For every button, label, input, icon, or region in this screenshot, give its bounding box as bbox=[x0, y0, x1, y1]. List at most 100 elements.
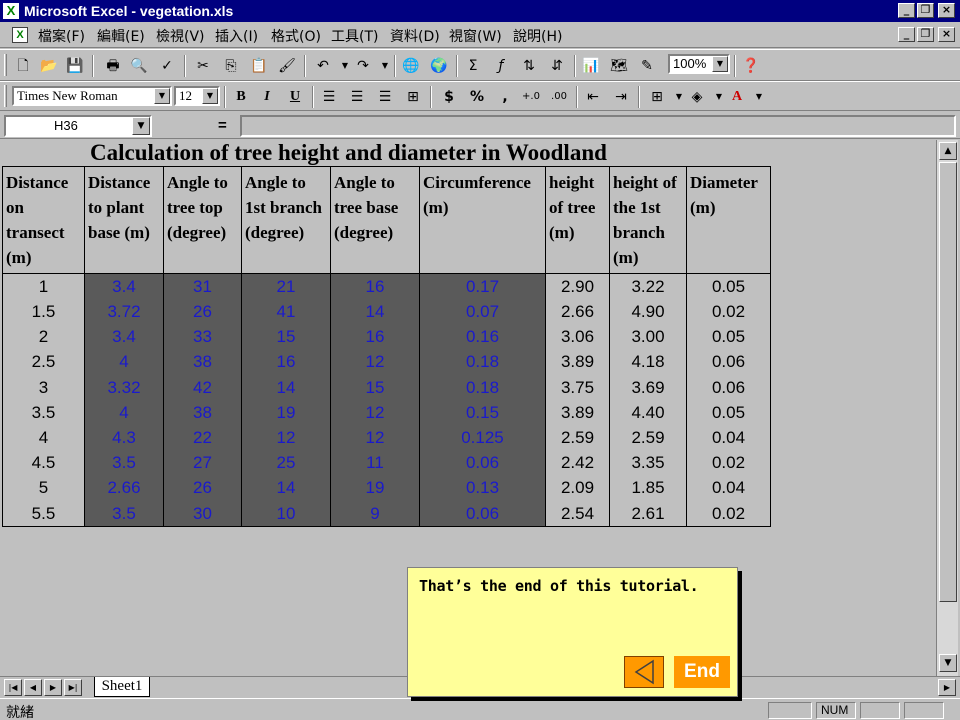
menu-view[interactable]: 檢視(V) bbox=[156, 26, 205, 46]
zoom-select[interactable]: 100% ▼ bbox=[668, 54, 730, 74]
table-cell[interactable]: 3.75 bbox=[545, 374, 610, 400]
table-cell[interactable]: 2.59 bbox=[545, 424, 610, 451]
column-header[interactable]: Distance on transect (m) bbox=[2, 166, 85, 274]
table-cell[interactable]: 0.06 bbox=[686, 374, 771, 400]
column-header[interactable]: Distance to plant base (m) bbox=[84, 166, 164, 274]
table-cell[interactable]: 0.18 bbox=[419, 349, 546, 375]
table-cell[interactable]: 16 bbox=[330, 324, 420, 350]
menu-edit[interactable]: 編輯(E) bbox=[97, 26, 145, 46]
menu-data[interactable]: 資料(D) bbox=[390, 26, 440, 46]
tab-sheet1[interactable]: Sheet1 bbox=[94, 677, 150, 697]
previous-button[interactable] bbox=[624, 656, 664, 688]
align-center-icon[interactable]: ☰ bbox=[346, 86, 368, 108]
restore-button[interactable]: ❐ bbox=[917, 3, 934, 18]
menu-help[interactable]: 說明(H) bbox=[513, 26, 562, 46]
table-cell[interactable]: 15 bbox=[330, 374, 420, 400]
hyperlink-icon[interactable]: 🌐 bbox=[400, 55, 422, 77]
chevron-down-icon[interactable]: ▼ bbox=[132, 117, 150, 135]
table-cell[interactable]: 3.06 bbox=[545, 324, 610, 350]
table-cell[interactable]: 4.90 bbox=[609, 299, 687, 325]
table-cell[interactable]: 0.05 bbox=[686, 324, 771, 350]
menu-insert[interactable]: 插入(I) bbox=[215, 26, 258, 46]
sort-descending-icon[interactable]: ⇵ bbox=[546, 55, 568, 77]
table-cell[interactable]: 5.5 bbox=[2, 500, 85, 527]
table-cell[interactable]: 2.59 bbox=[609, 424, 687, 451]
decrease-decimal-icon[interactable]: .00 bbox=[548, 86, 570, 108]
web-toolbar-icon[interactable]: 🌍 bbox=[428, 55, 450, 77]
table-cell[interactable]: 38 bbox=[163, 349, 242, 375]
table-cell[interactable]: 3.4 bbox=[84, 273, 164, 299]
table-cell[interactable]: 4 bbox=[2, 424, 85, 451]
table-cell[interactable]: 4.40 bbox=[609, 399, 687, 425]
column-header[interactable]: Angle to 1st branch (degree) bbox=[241, 166, 331, 274]
menu-tools[interactable]: 工具(T) bbox=[331, 26, 378, 46]
chevron-down-icon[interactable]: ▼ bbox=[154, 88, 170, 104]
table-cell[interactable]: 0.17 bbox=[419, 273, 546, 299]
new-icon[interactable]: 🗋 bbox=[12, 55, 34, 77]
table-cell[interactable]: 2.90 bbox=[545, 273, 610, 299]
table-cell[interactable]: 26 bbox=[163, 299, 242, 325]
table-cell[interactable]: 0.06 bbox=[686, 349, 771, 375]
table-cell[interactable]: 3.5 bbox=[84, 500, 164, 527]
undo-icon[interactable]: ↶ bbox=[312, 55, 334, 77]
table-cell[interactable]: 0.18 bbox=[419, 374, 546, 400]
table-cell[interactable]: 31 bbox=[163, 273, 242, 299]
table-cell[interactable]: 0.02 bbox=[686, 500, 771, 527]
table-cell[interactable]: 14 bbox=[330, 299, 420, 325]
table-cell[interactable]: 0.15 bbox=[419, 399, 546, 425]
table-cell[interactable]: 14 bbox=[241, 374, 331, 400]
table-cell[interactable]: 3.32 bbox=[84, 374, 164, 400]
scroll-down-icon[interactable]: ▼ bbox=[939, 654, 957, 672]
spelling-icon[interactable]: ✓ bbox=[156, 55, 178, 77]
table-cell[interactable]: 19 bbox=[330, 475, 420, 501]
table-cell[interactable]: 2.66 bbox=[84, 475, 164, 501]
table-cell[interactable]: 3.89 bbox=[545, 349, 610, 375]
table-cell[interactable]: 9 bbox=[330, 500, 420, 527]
hscroll-right-icon[interactable]: ▶ bbox=[938, 679, 956, 696]
minimize-button[interactable]: _ bbox=[898, 3, 915, 18]
toolbar-grip[interactable] bbox=[4, 85, 7, 107]
function-icon[interactable]: ƒ bbox=[490, 55, 512, 77]
table-cell[interactable]: 0.125 bbox=[419, 424, 546, 451]
table-cell[interactable]: 30 bbox=[163, 500, 242, 527]
font-size-select[interactable]: 12 ▼ bbox=[174, 86, 220, 106]
column-header[interactable]: Circumference (m) bbox=[419, 166, 546, 274]
table-cell[interactable]: 2.5 bbox=[2, 349, 85, 375]
doc-minimize-button[interactable]: _ bbox=[898, 27, 915, 42]
scroll-thumb[interactable] bbox=[939, 162, 957, 602]
chart-wizard-icon[interactable]: 📊 bbox=[580, 55, 602, 77]
open-icon[interactable]: 📂 bbox=[38, 55, 60, 77]
borders-icon[interactable]: ⊞ bbox=[646, 86, 668, 108]
font-color-icon[interactable]: A bbox=[726, 86, 748, 108]
formula-input[interactable] bbox=[240, 115, 956, 137]
table-cell[interactable]: 12 bbox=[330, 399, 420, 425]
next-sheet-icon[interactable]: ▶ bbox=[44, 679, 62, 696]
redo-dropdown-icon[interactable]: ▼ bbox=[374, 55, 396, 77]
table-cell[interactable]: 1 bbox=[2, 273, 85, 299]
name-box[interactable]: H36 ▼ bbox=[4, 115, 152, 137]
column-header[interactable]: Angle to tree top (degree) bbox=[163, 166, 242, 274]
table-cell[interactable]: 4.18 bbox=[609, 349, 687, 375]
table-cell[interactable]: 42 bbox=[163, 374, 242, 400]
print-preview-icon[interactable]: 🔍 bbox=[128, 55, 150, 77]
office-assistant-icon[interactable]: ❓ bbox=[740, 55, 762, 77]
save-icon[interactable]: 💾 bbox=[64, 55, 86, 77]
table-cell[interactable]: 1.5 bbox=[2, 299, 85, 325]
cut-icon[interactable]: ✂ bbox=[192, 55, 214, 77]
print-icon[interactable]: 🖶 bbox=[102, 55, 124, 77]
table-cell[interactable]: 0.04 bbox=[686, 475, 771, 501]
table-cell[interactable]: 11 bbox=[330, 450, 420, 476]
table-cell[interactable]: 14 bbox=[241, 475, 331, 501]
table-cell[interactable]: 3.89 bbox=[545, 399, 610, 425]
menu-file[interactable]: 檔案(F) bbox=[38, 26, 85, 46]
table-cell[interactable]: 3.35 bbox=[609, 450, 687, 476]
table-cell[interactable]: 41 bbox=[241, 299, 331, 325]
table-cell[interactable]: 12 bbox=[330, 349, 420, 375]
table-cell[interactable]: 0.05 bbox=[686, 273, 771, 299]
table-cell[interactable]: 3.00 bbox=[609, 324, 687, 350]
table-cell[interactable]: 2.61 bbox=[609, 500, 687, 527]
table-cell[interactable]: 19 bbox=[241, 399, 331, 425]
table-cell[interactable]: 3 bbox=[2, 374, 85, 400]
align-left-icon[interactable]: ☰ bbox=[318, 86, 340, 108]
table-cell[interactable]: 3.4 bbox=[84, 324, 164, 350]
